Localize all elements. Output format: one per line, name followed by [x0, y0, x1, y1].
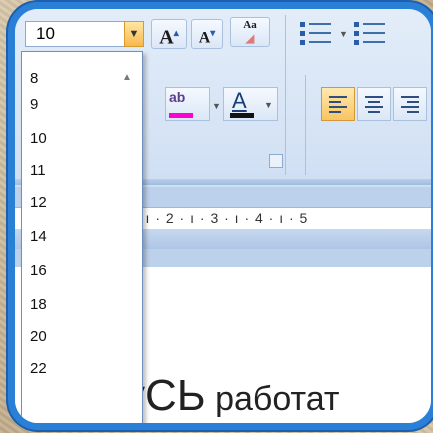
shrink-caret-icon: ▾: [210, 28, 216, 39]
font-color-caret-icon[interactable]: ▼: [264, 100, 273, 110]
shrink-font-button[interactable]: A▾: [191, 19, 223, 49]
font-size-option[interactable]: 20: [30, 328, 47, 345]
font-size-option[interactable]: 18: [30, 296, 47, 313]
rounded-frame: 10 ▼ A▴ A▾ Aa ◢ ▼ ab ▼ A ▼ · ı · 2 · ı ·…: [8, 2, 433, 430]
font-size-dropdown-list[interactable]: ▲ 8 9 10 11 12 14 16 18 20 22: [21, 51, 143, 423]
clear-formatting-button[interactable]: Aa ◢: [230, 17, 270, 47]
font-color-button[interactable]: A ▼: [223, 87, 278, 121]
document-text[interactable]: уСЬ работат: [123, 371, 339, 421]
word-window: 10 ▼ A▴ A▾ Aa ◢ ▼ ab ▼ A ▼ · ı · 2 · ı ·…: [15, 9, 431, 423]
bullets-caret-icon[interactable]: ▼: [339, 29, 348, 39]
highlight-color-swatch: [169, 113, 193, 118]
group-separator: [285, 15, 286, 175]
font-size-input[interactable]: 10: [25, 21, 125, 47]
font-size-option[interactable]: 8: [30, 70, 38, 87]
font-size-option[interactable]: 16: [30, 262, 47, 279]
group-separator: [305, 75, 306, 175]
align-center-button[interactable]: [357, 87, 391, 121]
highlight-button[interactable]: ab: [165, 87, 210, 121]
eraser-icon: ◢: [245, 33, 255, 45]
grow-font-button[interactable]: A▴: [151, 19, 187, 49]
dialog-launcher-icon[interactable]: [269, 154, 283, 168]
numbering-icon[interactable]: [351, 19, 391, 49]
align-left-button[interactable]: [321, 87, 355, 121]
scroll-up-icon[interactable]: ▲: [122, 72, 132, 83]
highlight-caret-icon[interactable]: ▼: [212, 101, 221, 111]
font-size-option[interactable]: 10: [30, 130, 47, 147]
grow-caret-icon: ▴: [173, 28, 179, 39]
highlight-label: ab: [169, 89, 186, 105]
font-color-label: A: [232, 88, 247, 113]
bullets-icon[interactable]: [297, 19, 337, 49]
document-text-rest: работат: [205, 380, 340, 418]
font-size-option[interactable]: 12: [30, 194, 47, 211]
font-size-option[interactable]: 11: [30, 162, 46, 179]
ruler-marks: · ı · 2 · ı · 3 · ı · 4 · ı · 5: [135, 210, 309, 226]
font-color-swatch: [230, 113, 254, 118]
font-size-option[interactable]: 22: [30, 360, 47, 377]
font-size-option[interactable]: 9: [30, 96, 38, 113]
grow-font-label: A: [159, 26, 174, 49]
clear-formatting-label: Aa: [243, 19, 257, 31]
align-right-button[interactable]: [393, 87, 427, 121]
shrink-font-label: A: [198, 29, 211, 47]
chevron-down-icon[interactable]: ▼: [124, 21, 144, 47]
font-size-option[interactable]: 14: [30, 228, 47, 245]
